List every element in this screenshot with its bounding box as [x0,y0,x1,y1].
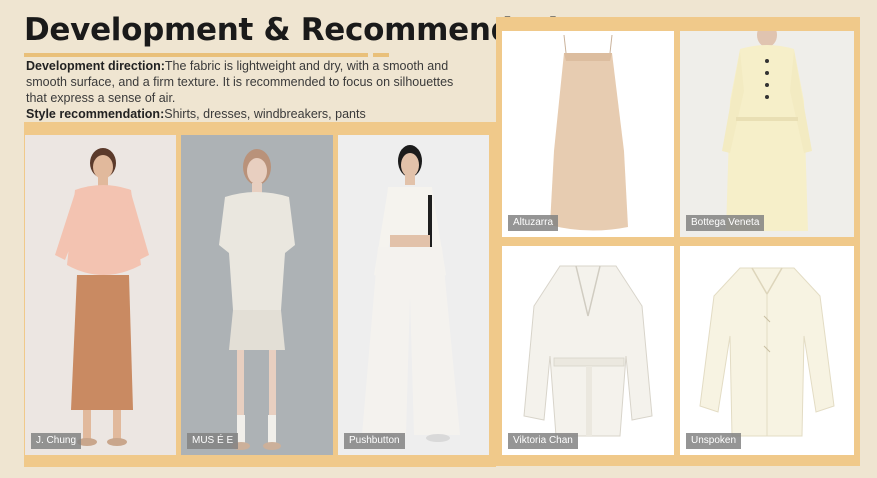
title-underline [24,53,368,57]
shirt-icon [680,246,854,455]
style-text: Shirts, dresses, windbreakers, pants [164,107,366,121]
product-photo-viktoria-chan[interactable]: Viktoria Chan [502,246,674,455]
development-line-1: Development direction:The fabric is ligh… [26,58,488,74]
look-photo-pushbutton[interactable]: Pushbutton [338,135,489,455]
title-underline-accent [373,53,389,57]
brand-label: J. Chung [31,433,82,449]
description-block: Development direction:The fabric is ligh… [26,58,488,122]
model-figure-icon [338,135,489,455]
brand-label: MUS É E [187,433,239,449]
brand-label: Bottega Veneta [686,215,765,231]
model-figure-icon [181,135,333,455]
brand-label: Unspoken [686,433,742,449]
model-figure-icon [25,135,176,455]
development-text-2: smooth surface, and a firm texture. It i… [26,75,454,89]
style-line: Style recommendation:Shirts, dresses, wi… [26,106,488,122]
look-photo-j-chung[interactable]: J. Chung [25,135,176,455]
development-text-1: The fabric is lightweight and dry, with … [164,59,449,73]
page: Development & Recommendation Development… [0,0,877,478]
product-photo-bottega-veneta[interactable]: Bottega Veneta [680,31,854,237]
style-label: Style recommendation: [26,107,165,121]
look-photo-musee[interactable]: MUS É E [181,135,333,455]
brand-label: Pushbutton [344,433,405,449]
development-label: Development direction: [26,59,165,73]
dress-icon [502,31,674,237]
product-photo-unspoken[interactable]: Unspoken [680,246,854,455]
coat-dress-icon [680,31,854,237]
brand-label: Altuzarra [508,215,559,231]
brand-label: Viktoria Chan [508,433,578,449]
development-text-3: that express a sense of air. [26,91,176,105]
trench-coat-icon [502,246,674,455]
product-photo-altuzarra[interactable]: Altuzarra [502,31,674,237]
